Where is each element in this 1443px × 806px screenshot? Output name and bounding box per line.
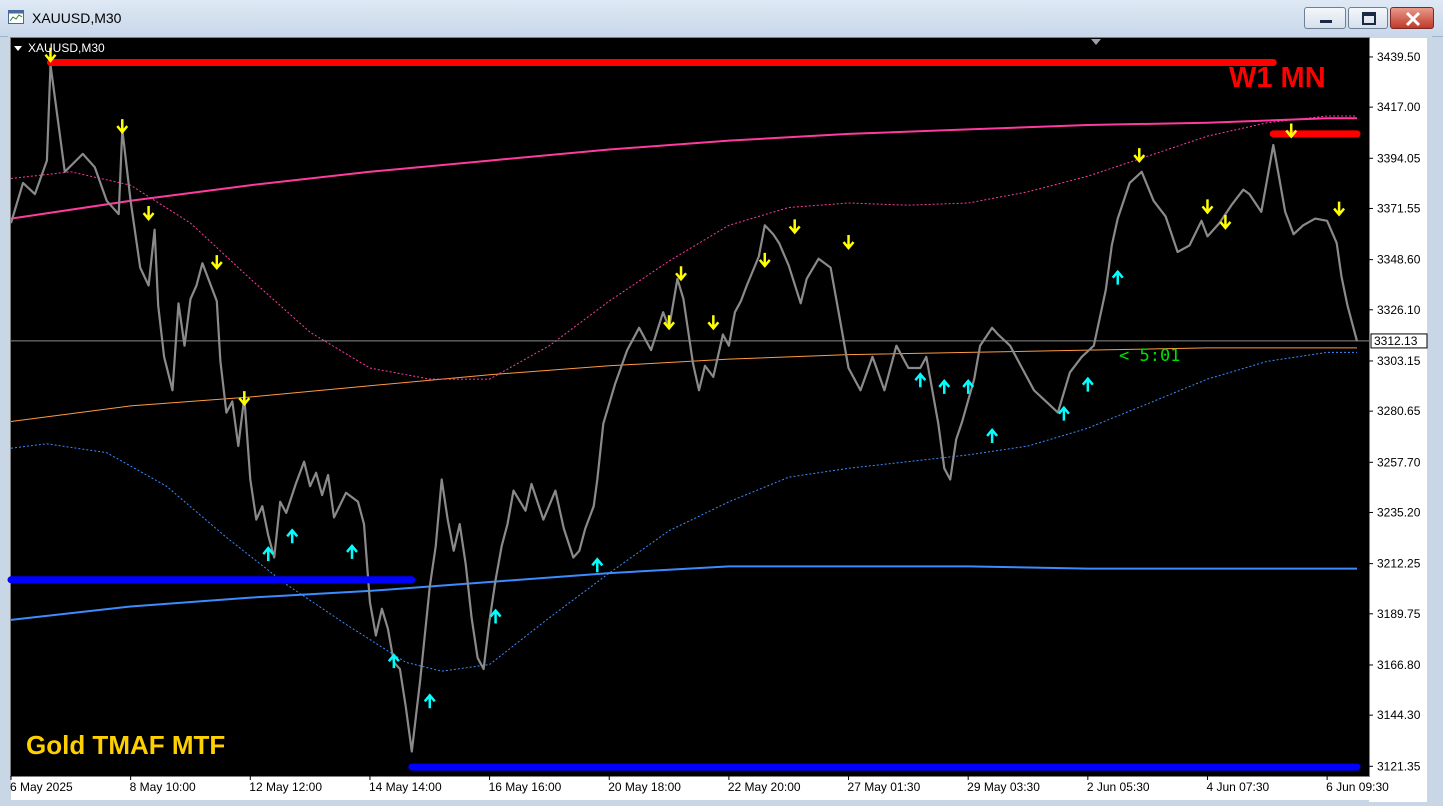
y-tick-label: 3166.80 [1377, 658, 1421, 672]
y-tick-label: 3417.00 [1377, 100, 1421, 114]
y-tick-label: 3280.65 [1377, 404, 1421, 418]
x-tick-label: 12 May 12:00 [249, 780, 322, 794]
indicator-name-label: Gold TMAF MTF [26, 730, 226, 760]
x-tick-label: 8 May 10:00 [130, 780, 196, 794]
y-tick-label: 3144.30 [1377, 708, 1421, 722]
x-tick-label: 22 May 20:00 [728, 780, 801, 794]
y-tick-label: 3189.75 [1377, 607, 1421, 621]
plot-area[interactable] [11, 38, 1369, 776]
y-tick-label: 3394.05 [1377, 151, 1421, 165]
x-tick-label: 27 May 01:30 [848, 780, 921, 794]
x-tick-label: 6 Jun 09:30 [1326, 780, 1389, 794]
x-tick-label: 4 Jun 07:30 [1206, 780, 1269, 794]
bar-timer: < 5:01 [1119, 346, 1181, 366]
symbol-menu-triangle-icon[interactable] [14, 46, 22, 51]
y-tick-label: 3257.70 [1377, 455, 1421, 469]
x-tick-label: 29 May 03:30 [967, 780, 1040, 794]
x-tick-label: 20 May 18:00 [608, 780, 681, 794]
current-price-label: 3312.13 [1374, 334, 1418, 348]
y-tick-label: 3348.60 [1377, 253, 1421, 267]
y-tick-label: 3212.25 [1377, 557, 1421, 571]
x-tick-label: 14 May 14:00 [369, 780, 442, 794]
y-tick-label: 3121.35 [1377, 759, 1421, 773]
y-tick-label: 3439.50 [1377, 50, 1421, 64]
y-tick-label: 3326.10 [1377, 303, 1421, 317]
x-tick-label: 6 May 2025 [10, 780, 73, 794]
y-tick-label: 3303.15 [1377, 354, 1421, 368]
chart-symbol-label: XAUUSD,M30 [28, 41, 105, 55]
timeframe-label: W1 MN [1229, 62, 1326, 94]
y-tick-label: 3371.55 [1377, 201, 1421, 215]
y-tick-label: 3235.20 [1377, 505, 1421, 519]
price-chart[interactable]: 3439.50 3417.00 3394.05 3371.55 3348.60 3326.… [0, 0, 1443, 806]
x-tick-label: 2 Jun 05:30 [1087, 780, 1150, 794]
x-tick-label: 16 May 16:00 [489, 780, 562, 794]
time-axis-panel [11, 776, 1369, 800]
